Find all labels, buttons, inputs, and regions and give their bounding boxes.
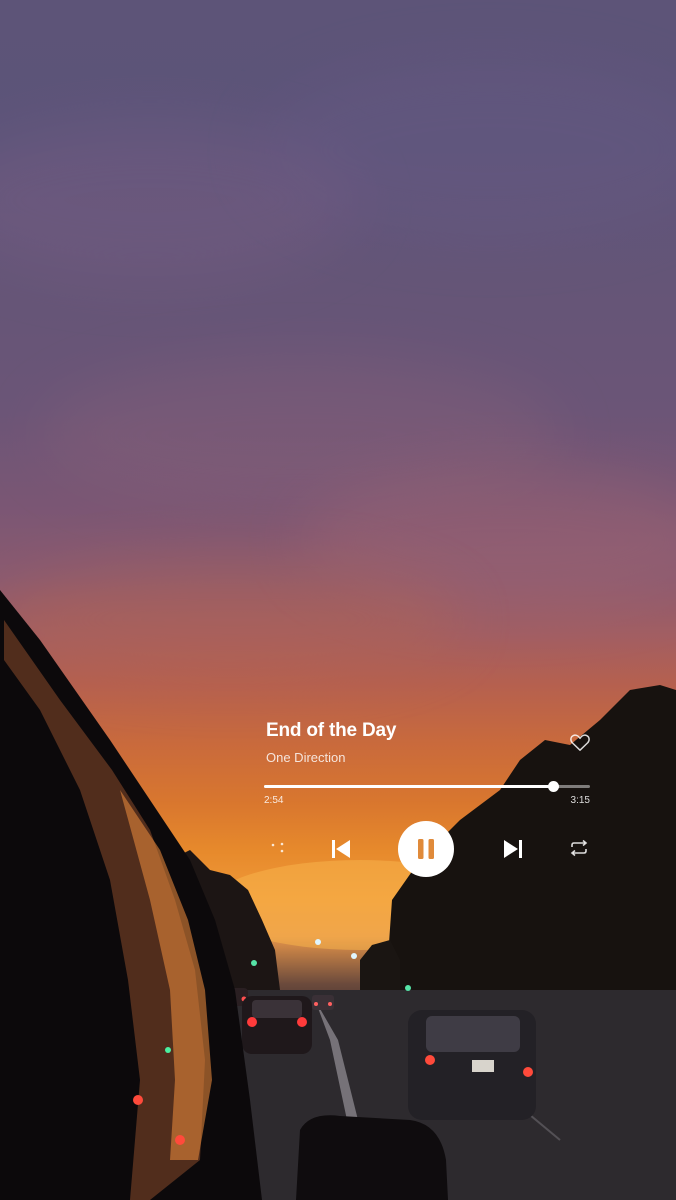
pause-icon	[418, 839, 434, 859]
track-title: End of the Day	[266, 720, 397, 741]
background-photo	[0, 0, 676, 1200]
shuffle-icon[interactable]	[268, 840, 288, 856]
progress-handle[interactable]	[548, 781, 560, 792]
heart-outline-icon[interactable]	[569, 732, 591, 752]
artist-name[interactable]: One Direction	[266, 750, 345, 765]
skip-previous-icon[interactable]	[330, 838, 352, 860]
repeat-icon[interactable]	[568, 839, 590, 857]
elapsed-time: 2:54	[264, 795, 284, 806]
total-duration: 3:15	[570, 795, 590, 806]
playback-controls	[264, 820, 592, 877]
progress-bar[interactable]	[264, 781, 590, 792]
progress-fill	[264, 785, 554, 788]
skip-next-icon[interactable]	[502, 838, 524, 860]
now-playing-widget: End of the Day One Direction 2:54 3:15	[264, 718, 592, 888]
pause-button[interactable]	[398, 821, 454, 877]
street-scene	[0, 590, 676, 1200]
